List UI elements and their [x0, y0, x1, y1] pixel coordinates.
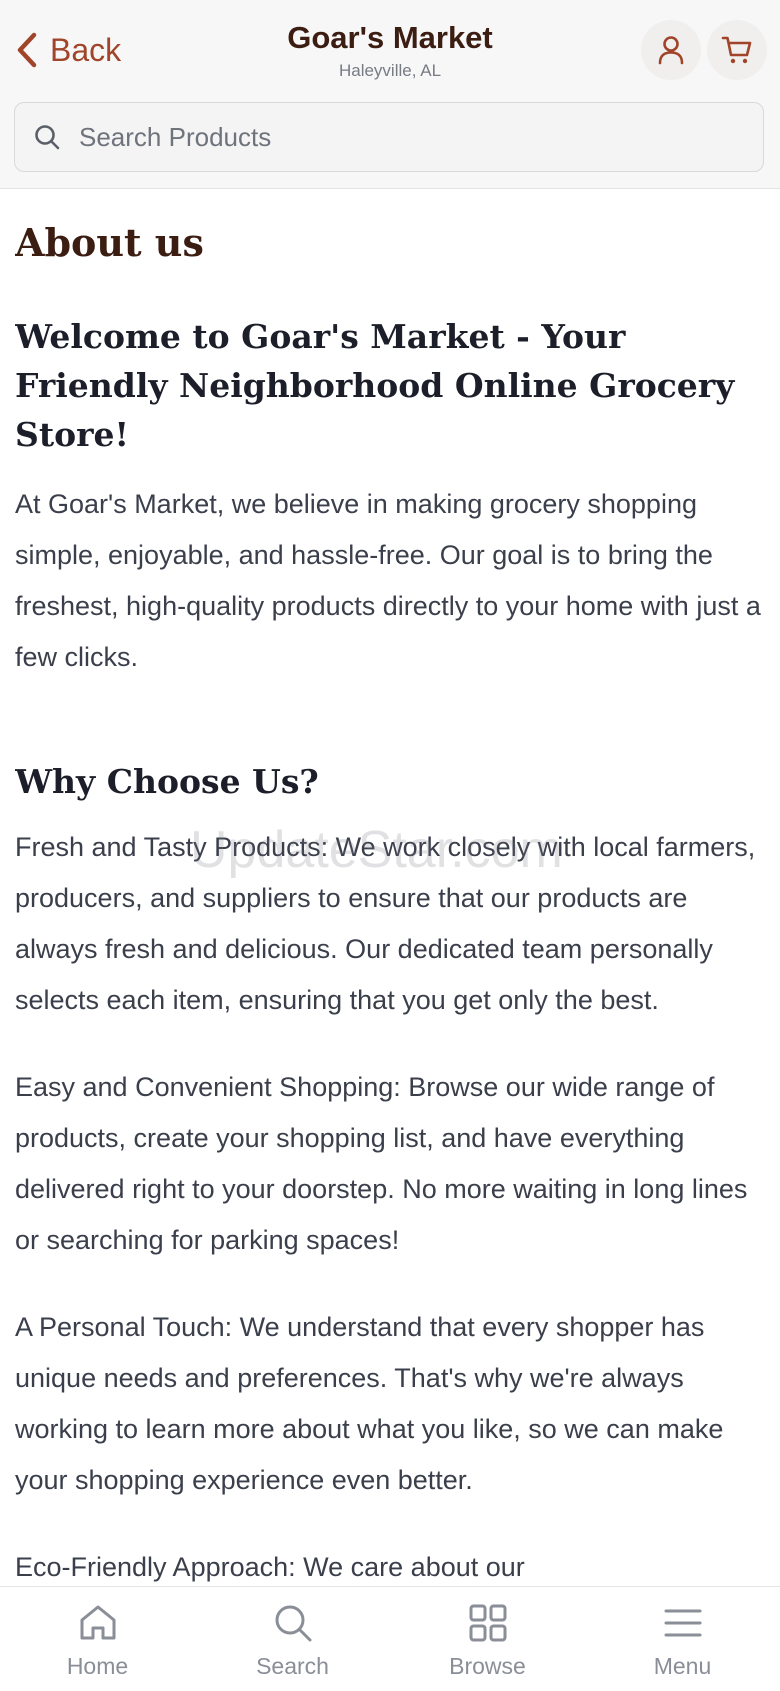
- easy-shopping-paragraph: Easy and Convenient Shopping: Browse our…: [15, 1072, 748, 1255]
- nav-menu-label: Menu: [653, 1653, 712, 1679]
- hamburger-icon: [664, 1609, 701, 1637]
- nav-search[interactable]: Search: [195, 1587, 390, 1691]
- eco-friendly-paragraph: Eco-Friendly Approach: We care about our: [15, 1552, 525, 1582]
- account-button[interactable]: [641, 20, 701, 80]
- nav-menu[interactable]: Menu: [585, 1587, 780, 1691]
- search-input[interactable]: [77, 120, 721, 154]
- bottom-navigation: Home Search Browse Menu: [0, 1586, 780, 1691]
- store-info: Goar's Market Haleyville, AL: [240, 18, 540, 84]
- fresh-products-paragraph: Fresh and Tasty Products: We work closel…: [15, 832, 756, 1015]
- nav-browse[interactable]: Browse: [390, 1587, 585, 1691]
- personal-touch-paragraph: A Personal Touch: We understand that eve…: [15, 1312, 724, 1495]
- home-icon: [80, 1605, 115, 1640]
- store-name: Goar's Market: [287, 20, 493, 55]
- welcome-heading: Welcome to Goar's Market - Your Friendly…: [15, 317, 735, 454]
- chevron-left-icon: [17, 32, 37, 68]
- app-header: Back Goar's Market Haleyville, AL: [0, 0, 780, 189]
- cart-button[interactable]: [707, 20, 767, 80]
- search-icon: [275, 1605, 311, 1642]
- back-label: Back: [50, 31, 122, 68]
- back-button[interactable]: Back: [14, 26, 121, 74]
- search-icon: [35, 125, 60, 150]
- cart-icon: [721, 36, 752, 64]
- about-content: About us Welcome to Goar's Market - Your…: [15, 188, 765, 1586]
- search-bar[interactable]: [14, 102, 764, 172]
- user-icon: [658, 36, 684, 65]
- why-choose-heading: Why Choose Us?: [15, 762, 319, 801]
- nav-home-label: Home: [66, 1653, 129, 1679]
- intro-paragraph: At Goar's Market, we believe in making g…: [15, 489, 761, 672]
- nav-search-label: Search: [256, 1653, 329, 1679]
- page-title: About us: [15, 220, 204, 265]
- nav-home[interactable]: Home: [0, 1587, 195, 1691]
- store-location: Haleyville, AL: [338, 61, 442, 80]
- nav-browse-label: Browse: [449, 1653, 526, 1679]
- grid-icon: [469, 1604, 506, 1642]
